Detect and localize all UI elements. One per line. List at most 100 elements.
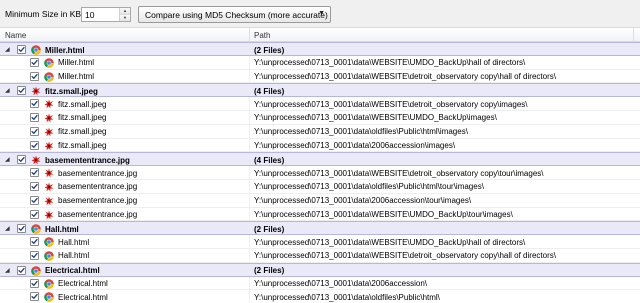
file-checkbox[interactable] — [30, 71, 39, 81]
collapse-triangle-icon[interactable]: ◢ — [5, 46, 10, 53]
chrome-html-icon — [31, 45, 41, 55]
image-file-icon — [44, 127, 54, 137]
file-checkbox[interactable] — [30, 112, 39, 122]
column-header-name[interactable]: Name — [5, 31, 26, 40]
file-path: Y:\unprocessed\0713_0001\data\WEBSITE\UM… — [254, 237, 526, 247]
group-checkbox[interactable] — [17, 86, 26, 96]
file-checkbox[interactable] — [30, 140, 39, 150]
min-size-label: Minimum Size in KB: — [5, 9, 84, 19]
chevron-down-icon: ▼ — [318, 10, 325, 17]
file-rows: ◢ Miller.html (2 Files) Miller.html Y:\unpro… — [0, 42, 640, 303]
image-file-icon — [44, 210, 54, 220]
file-row[interactable]: fitz.small.jpeg Y:\unprocessed\0713_0001\… — [0, 124, 640, 139]
file-checkbox[interactable] — [30, 237, 39, 247]
file-row[interactable]: basemententrance.jpg Y:\unprocessed\0713_… — [0, 166, 640, 180]
file-row[interactable]: basemententrance.jpg Y:\unprocessed\0713_… — [0, 193, 640, 208]
file-checkbox[interactable] — [30, 126, 39, 136]
collapse-triangle-icon[interactable]: ◢ — [5, 225, 10, 232]
group-row[interactable]: ◢ Electrical.html (2 Files) — [0, 262, 640, 277]
chrome-html-icon — [44, 292, 54, 303]
group-file-count: (4 Files) — [254, 155, 285, 165]
file-path: Y:\unprocessed\0713_0001\data\oldfiles\P… — [254, 292, 440, 302]
file-name: fitz.small.jpeg — [58, 141, 107, 151]
file-path: Y:\unprocessed\0713_0001\data\WEBSITE\de… — [254, 99, 528, 109]
file-name: basemententrance.jpg — [58, 168, 138, 178]
group-file-name: Hall.html — [45, 224, 79, 234]
file-row[interactable]: Miller.html Y:\unprocessed\0713_0001\data… — [0, 69, 640, 84]
file-name: Miller.html — [58, 72, 95, 82]
group-row[interactable]: ◢ Hall.html (2 Files) — [0, 221, 640, 236]
file-checkbox[interactable] — [30, 209, 39, 219]
file-path: Y:\unprocessed\0713_0001\data\WEBSITE\de… — [254, 168, 544, 178]
file-name: Hall.html — [58, 237, 90, 247]
group-row[interactable]: ◢ basemententrance.jpg (4 Files) — [0, 152, 640, 167]
compare-mode-label: Compare using MD5 Checksum (more accurat… — [145, 10, 328, 20]
file-row[interactable]: Electrical.html Y:\unprocessed\0713_0001\… — [0, 290, 640, 303]
group-file-name: Electrical.html — [45, 266, 100, 276]
collapse-triangle-icon[interactable]: ◢ — [5, 156, 10, 163]
chrome-html-icon — [31, 266, 41, 276]
file-row[interactable]: Hall.html Y:\unprocessed\0713_0001\data\W… — [0, 235, 640, 249]
column-header: Name Path — [0, 28, 640, 42]
min-size-input[interactable] — [82, 8, 120, 21]
file-checkbox[interactable] — [30, 168, 39, 178]
file-checkbox[interactable] — [30, 278, 39, 288]
chrome-html-icon — [44, 278, 54, 289]
file-checkbox[interactable] — [30, 99, 39, 109]
chrome-html-icon — [44, 71, 54, 82]
image-file-icon — [44, 99, 54, 109]
file-path: Y:\unprocessed\0713_0001\data\WEBSITE\UM… — [254, 58, 526, 68]
group-row[interactable]: ◢ fitz.small.jpeg (4 Files) — [0, 83, 640, 98]
file-path: Y:\unprocessed\0713_0001\data\2006access… — [254, 196, 472, 206]
file-row[interactable]: fitz.small.jpeg Y:\unprocessed\0713_0001\… — [0, 110, 640, 125]
image-file-icon — [31, 155, 41, 165]
file-name: basemententrance.jpg — [58, 182, 138, 192]
spin-down-icon[interactable]: ▼ — [119, 14, 130, 21]
image-file-icon — [44, 113, 54, 123]
file-name: basemententrance.jpg — [58, 210, 138, 220]
file-checkbox[interactable] — [30, 292, 39, 302]
column-divider[interactable] — [249, 28, 250, 41]
collapse-triangle-icon[interactable]: ◢ — [5, 87, 10, 94]
chrome-html-icon — [44, 251, 54, 261]
file-row[interactable]: basemententrance.jpg Y:\unprocessed\0713_… — [0, 179, 640, 194]
file-name: basemententrance.jpg — [58, 196, 138, 206]
group-checkbox[interactable] — [17, 224, 26, 234]
min-size-stepper[interactable]: ▲ ▼ — [81, 7, 131, 22]
file-path: Y:\unprocessed\0713_0001\data\WEBSITE\de… — [254, 251, 556, 261]
file-row[interactable]: Miller.html Y:\unprocessed\0713_0001\data… — [0, 55, 640, 70]
file-checkbox[interactable] — [30, 250, 39, 260]
chrome-html-icon — [44, 237, 54, 247]
compare-mode-dropdown[interactable]: Compare using MD5 Checksum (more accurat… — [138, 6, 331, 23]
collapse-triangle-icon[interactable]: ◢ — [5, 267, 10, 274]
file-row[interactable]: fitz.small.jpeg Y:\unprocessed\0713_0001\… — [0, 138, 640, 153]
group-checkbox[interactable] — [17, 265, 26, 275]
group-checkbox[interactable] — [17, 155, 26, 165]
file-name: Electrical.html — [58, 292, 108, 302]
group-file-name: basemententrance.jpg — [45, 155, 130, 165]
toolbar: Minimum Size in KB: ▲ ▼ Compare using MD… — [0, 0, 640, 28]
column-header-path[interactable]: Path — [254, 31, 270, 40]
file-name: Miller.html — [58, 58, 95, 68]
file-name: Electrical.html — [58, 279, 108, 289]
file-name: Hall.html — [58, 251, 90, 261]
chrome-html-icon — [44, 58, 54, 68]
image-file-icon — [31, 86, 41, 96]
file-row[interactable]: basemententrance.jpg Y:\unprocessed\0713_… — [0, 207, 640, 222]
file-row[interactable]: Electrical.html Y:\unprocessed\0713_0001\… — [0, 276, 640, 291]
file-checkbox[interactable] — [30, 195, 39, 205]
file-path: Y:\unprocessed\0713_0001\data\2006access… — [254, 279, 428, 289]
group-file-name: Miller.html — [45, 45, 85, 55]
file-checkbox[interactable] — [30, 57, 39, 67]
image-file-icon — [44, 196, 54, 206]
group-file-count: (2 Files) — [254, 224, 285, 234]
file-row[interactable]: fitz.small.jpeg Y:\unprocessed\0713_0001\… — [0, 97, 640, 111]
file-row[interactable]: Hall.html Y:\unprocessed\0713_0001\data\W… — [0, 248, 640, 263]
file-path: Y:\unprocessed\0713_0001\data\oldfiles\P… — [254, 127, 468, 137]
group-row[interactable]: ◢ Miller.html (2 Files) — [0, 42, 640, 56]
group-file-name: fitz.small.jpeg — [45, 86, 98, 96]
file-checkbox[interactable] — [30, 181, 39, 191]
file-name: fitz.small.jpeg — [58, 113, 107, 123]
file-path: Y:\unprocessed\0713_0001\data\2006access… — [254, 141, 456, 151]
group-checkbox[interactable] — [17, 45, 26, 54]
